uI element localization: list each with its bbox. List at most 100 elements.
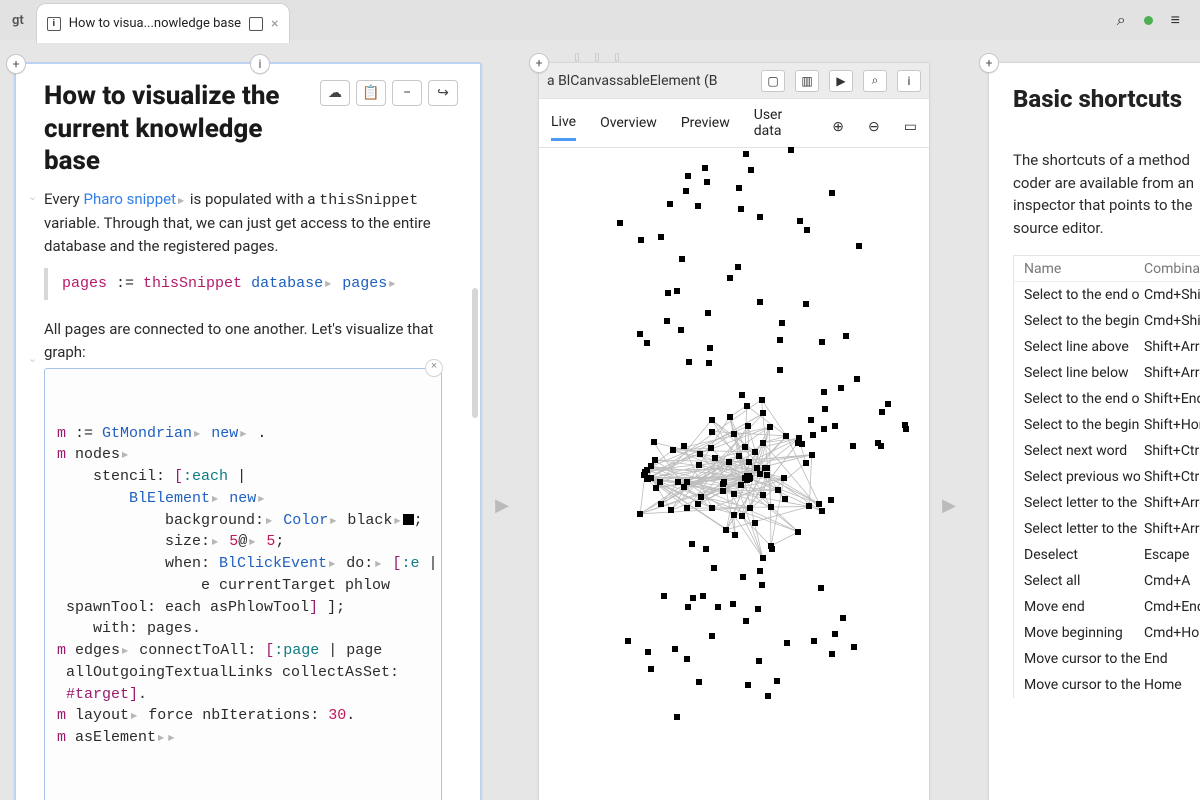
- title-search-icon[interactable]: ⌕: [1117, 12, 1126, 28]
- graph-node[interactable]: [760, 440, 766, 446]
- graph-node[interactable]: [685, 173, 691, 179]
- graph-node[interactable]: [735, 264, 741, 270]
- graph-node[interactable]: [829, 651, 835, 657]
- graph-node[interactable]: [756, 658, 762, 664]
- graph-node[interactable]: [840, 615, 846, 621]
- col-header-name[interactable]: Name: [1014, 261, 1140, 277]
- graph-node[interactable]: [779, 320, 785, 326]
- graph-node[interactable]: [804, 227, 810, 233]
- graph-node[interactable]: [637, 331, 643, 337]
- table-row[interactable]: Select to the end of lineShift+End: [1014, 386, 1200, 412]
- zoom-fit-icon[interactable]: ▭: [904, 117, 917, 137]
- graph-node[interactable]: [720, 488, 726, 494]
- table-row[interactable]: DeselectEscape: [1014, 542, 1200, 568]
- graph-node[interactable]: [684, 505, 690, 511]
- graph-node[interactable]: [875, 440, 881, 446]
- graph-node[interactable]: [709, 633, 715, 639]
- graph-node[interactable]: [739, 513, 745, 519]
- graph-node[interactable]: [777, 337, 783, 343]
- graph-node[interactable]: [685, 604, 691, 610]
- graph-node[interactable]: [664, 318, 670, 324]
- table-row[interactable]: Select letter to the leftShift+ArrowLeft: [1014, 516, 1200, 542]
- pane-splitter-icon[interactable]: ▶: [492, 487, 512, 523]
- graph-node[interactable]: [767, 424, 773, 430]
- graph-node[interactable]: [731, 431, 737, 437]
- graph-node[interactable]: [784, 640, 790, 646]
- clipboard-button[interactable]: 📋: [356, 80, 386, 106]
- graph-node[interactable]: [819, 339, 825, 345]
- table-row[interactable]: Select next wordShift+Ctrl+ArrowRight: [1014, 438, 1200, 464]
- graph-node[interactable]: [727, 275, 733, 281]
- graph-node[interactable]: [829, 190, 835, 196]
- inspector-search-button[interactable]: ⌕: [863, 70, 887, 92]
- graph-node[interactable]: [637, 511, 643, 517]
- tab-live[interactable]: Live: [551, 114, 576, 141]
- graph-node[interactable]: [736, 185, 742, 191]
- graph-node[interactable]: [709, 417, 715, 423]
- col-header-combo[interactable]: Combination: [1140, 261, 1200, 277]
- graph-node[interactable]: [832, 423, 838, 429]
- graph-node[interactable]: [822, 406, 828, 412]
- graph-node[interactable]: [821, 426, 827, 432]
- inspector-columns-button[interactable]: ▥: [795, 70, 819, 92]
- cloud-save-button[interactable]: ☁: [320, 80, 350, 106]
- graph-node[interactable]: [730, 601, 736, 607]
- add-pane-left-button[interactable]: +: [979, 53, 999, 73]
- graph-node[interactable]: [726, 459, 732, 465]
- page-info-button[interactable]: i: [250, 54, 270, 74]
- graph-node[interactable]: [903, 426, 909, 432]
- graph-node[interactable]: [811, 638, 817, 644]
- graph-node[interactable]: [795, 529, 801, 535]
- graph-node[interactable]: [617, 220, 623, 226]
- graph-node[interactable]: [757, 299, 763, 305]
- graph-node[interactable]: [799, 441, 805, 447]
- tab-active[interactable]: i How to visua...nowledge base ×: [36, 3, 290, 43]
- graph-node[interactable]: [752, 449, 758, 455]
- graph-node[interactable]: [727, 414, 733, 420]
- graph-node[interactable]: [695, 501, 701, 507]
- graph-node[interactable]: [828, 497, 834, 503]
- graph-node[interactable]: [697, 451, 703, 457]
- graph-node[interactable]: [715, 604, 721, 610]
- graph-node[interactable]: [679, 256, 685, 262]
- graph-node[interactable]: [744, 403, 750, 409]
- graph-node[interactable]: [681, 484, 687, 490]
- tab-overview[interactable]: Overview: [600, 115, 657, 139]
- table-row[interactable]: Move endCmd+End: [1014, 594, 1200, 620]
- table-row[interactable]: Move cursor to the beginningHome: [1014, 672, 1200, 698]
- graph-node[interactable]: [645, 649, 651, 655]
- page-scrollbar[interactable]: [472, 288, 478, 418]
- table-row[interactable]: Move beginningCmd+Home: [1014, 620, 1200, 646]
- graph-node[interactable]: [672, 646, 678, 652]
- table-row[interactable]: Select to the end of a wordCmd+Shift+Arr…: [1014, 282, 1200, 308]
- share-button[interactable]: ↪: [428, 80, 458, 106]
- graph-node[interactable]: [698, 494, 704, 500]
- graph-node[interactable]: [755, 606, 761, 612]
- graph-node[interactable]: [752, 520, 758, 526]
- graph-node[interactable]: [810, 432, 816, 438]
- graph-node[interactable]: [797, 218, 803, 224]
- graph-node[interactable]: [651, 439, 657, 445]
- graph-node[interactable]: [731, 491, 737, 497]
- graph-node[interactable]: [684, 656, 690, 662]
- graph-node[interactable]: [757, 471, 763, 477]
- graph-node[interactable]: [783, 433, 789, 439]
- link-pharo-snippet[interactable]: Pharo snippet: [84, 190, 176, 208]
- add-pane-left-button[interactable]: +: [6, 54, 26, 74]
- table-row[interactable]: Select to the beginning of a wordCmd+Shi…: [1014, 308, 1200, 334]
- graph-node[interactable]: [678, 327, 684, 333]
- graph-node[interactable]: [696, 679, 702, 685]
- graph-node[interactable]: [668, 507, 674, 513]
- graph-node[interactable]: [638, 237, 644, 243]
- graph-node[interactable]: [816, 501, 822, 507]
- graph-node[interactable]: [806, 503, 812, 509]
- snippet-text[interactable]: All pages are connected to one another. …: [44, 318, 464, 365]
- graph-node[interactable]: [819, 508, 825, 514]
- graph-node[interactable]: [803, 301, 809, 307]
- graph-node[interactable]: [742, 444, 748, 450]
- graph-node[interactable]: [774, 678, 780, 684]
- table-row[interactable]: Select line aboveShift+ArrowUp: [1014, 334, 1200, 360]
- snippet-text[interactable]: The shortcuts of a method coder are avai…: [1013, 149, 1200, 239]
- graph-node[interactable]: [760, 555, 766, 561]
- graph-node[interactable]: [757, 568, 763, 574]
